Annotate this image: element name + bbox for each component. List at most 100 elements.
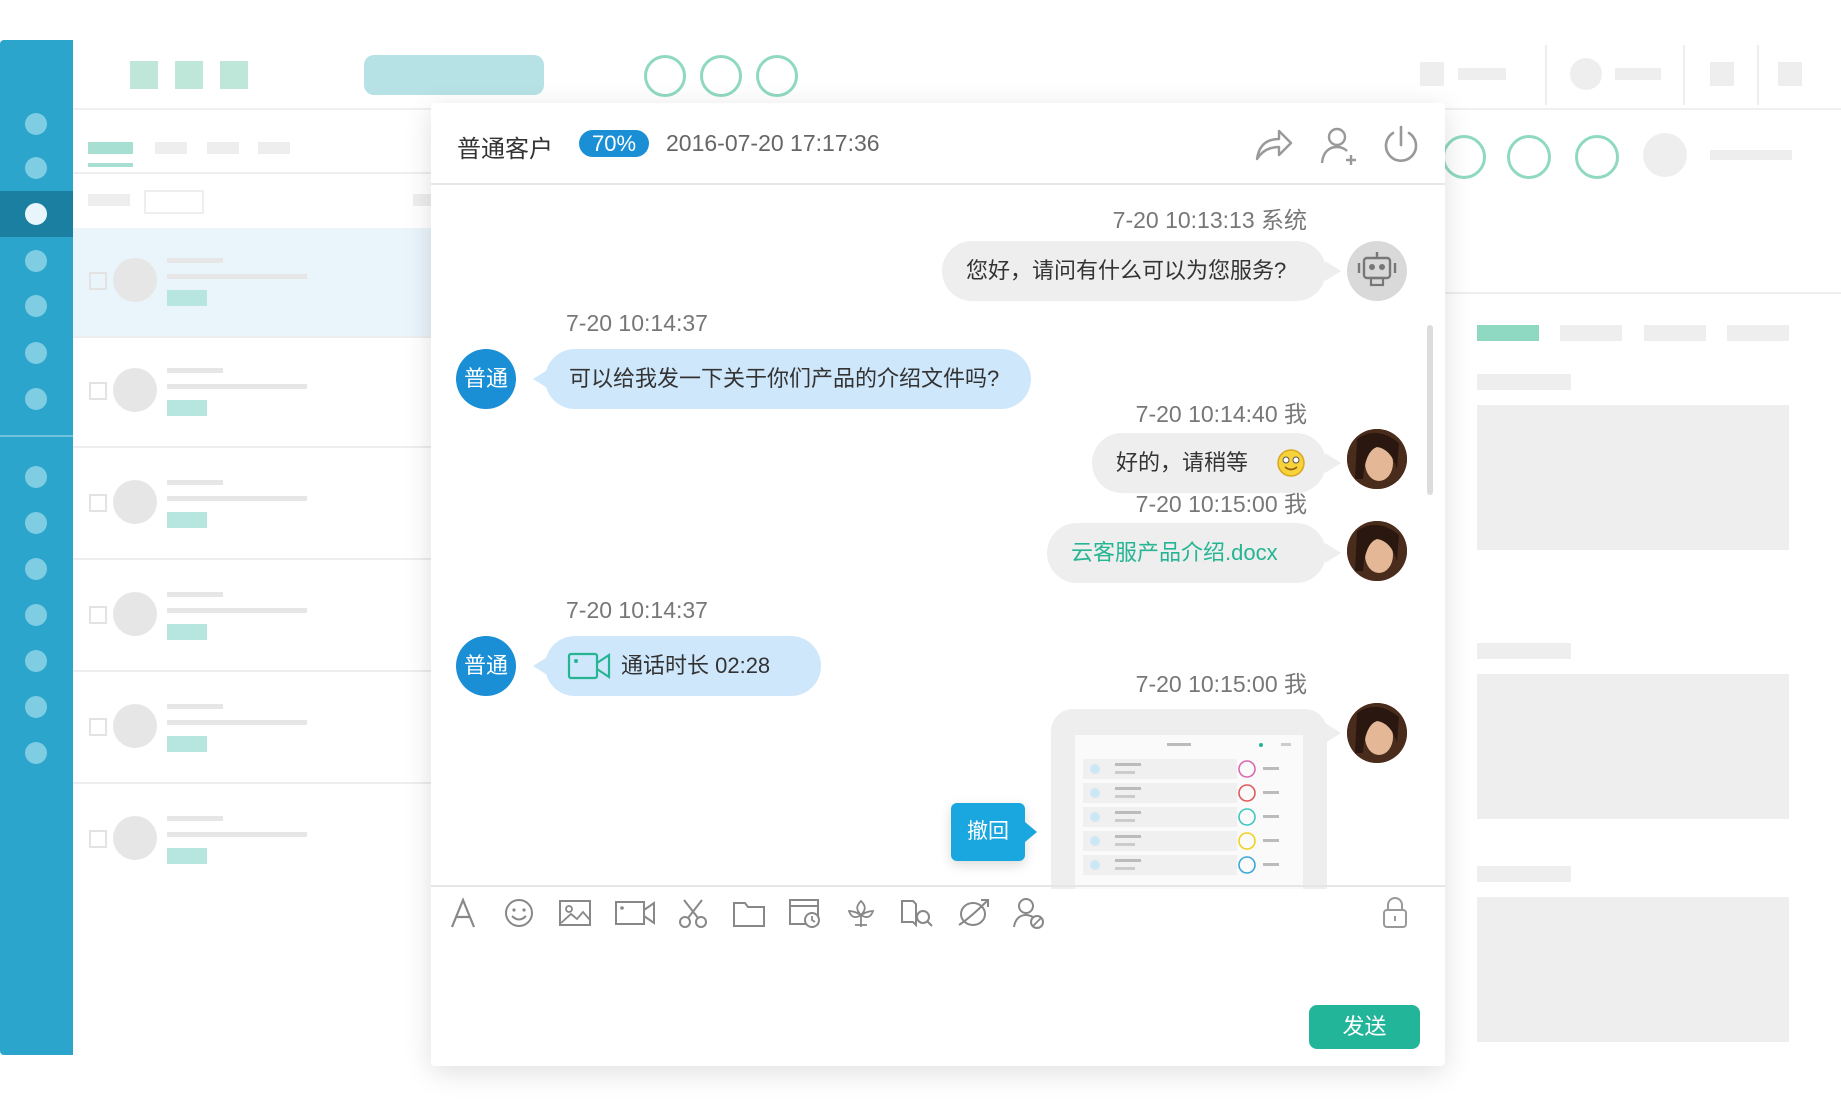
panel-tab-active[interactable]: [1477, 325, 1539, 341]
scrollbar[interactable]: [1427, 325, 1433, 495]
row-checkbox[interactable]: [89, 382, 107, 400]
image-message[interactable]: [1051, 709, 1327, 889]
search-knowledge-icon[interactable]: [899, 895, 935, 931]
row-line: [167, 480, 223, 485]
agent-avatar: [1347, 521, 1407, 581]
panel-placeholder: [1710, 150, 1792, 160]
top-divider: [1683, 45, 1685, 105]
nav-icon[interactable]: [25, 295, 47, 317]
nav-icon[interactable]: [25, 388, 47, 410]
panel-block: [1477, 405, 1789, 550]
row-checkbox[interactable]: [89, 830, 107, 848]
toolbar-square[interactable]: [175, 61, 203, 89]
call-record-bubble[interactable]: 通话时长 02:28: [545, 636, 821, 696]
image-thumbnail[interactable]: [1075, 735, 1303, 889]
panel-ring-icon[interactable]: [1442, 135, 1486, 179]
row-tag: [167, 624, 207, 640]
panel-avatar-placeholder: [1643, 133, 1687, 177]
panel-label: [1477, 643, 1571, 659]
row-tag: [167, 400, 207, 416]
message-time: 7-20 10:13:13 系统: [1112, 207, 1307, 233]
nav-icon[interactable]: [25, 742, 47, 764]
send-button[interactable]: 发送: [1309, 1005, 1420, 1049]
customer-name: 普通客户: [457, 136, 553, 163]
avatar: [113, 368, 157, 412]
row-checkbox[interactable]: [89, 494, 107, 512]
list-tab[interactable]: [207, 142, 239, 154]
panel-tab[interactable]: [1727, 325, 1789, 341]
add-user-icon[interactable]: [1317, 123, 1361, 167]
list-tab-active[interactable]: [88, 142, 133, 154]
nav-icon[interactable]: [25, 250, 47, 272]
panel-tab[interactable]: [1560, 325, 1622, 341]
nav-icon[interactable]: [25, 696, 47, 718]
nav-icon[interactable]: [25, 650, 47, 672]
panel-tab[interactable]: [1644, 325, 1706, 341]
list-item[interactable]: [73, 338, 433, 448]
nav-icon[interactable]: [25, 466, 47, 488]
lock-icon[interactable]: [1377, 895, 1413, 931]
list-item[interactable]: [73, 450, 433, 560]
top-ring-icon[interactable]: [644, 55, 686, 97]
message-input[interactable]: [451, 945, 1421, 995]
image-icon[interactable]: [557, 895, 593, 931]
user-settings-icon[interactable]: [1011, 895, 1047, 931]
smile-emoji-icon: [1277, 449, 1305, 477]
row-line: [167, 608, 307, 613]
chat-header: 普通客户 70% 2016-07-20 17:17:36: [431, 103, 1445, 185]
list-tab[interactable]: [155, 142, 187, 154]
toolbar-square[interactable]: [130, 61, 158, 89]
nav-icon[interactable]: [25, 558, 47, 580]
list-item[interactable]: [73, 562, 433, 672]
video-icon[interactable]: [613, 895, 657, 931]
top-ring-icon[interactable]: [756, 55, 798, 97]
nav-icon[interactable]: [25, 157, 47, 179]
row-checkbox[interactable]: [89, 272, 107, 290]
list-tab[interactable]: [258, 142, 290, 154]
share-icon[interactable]: [1251, 123, 1295, 167]
top-search-pill[interactable]: [364, 55, 544, 95]
toolbar-square[interactable]: [220, 61, 248, 89]
avatar: [113, 592, 157, 636]
list-item[interactable]: [73, 674, 433, 784]
power-icon[interactable]: [1379, 123, 1423, 167]
row-line: [167, 704, 223, 709]
list-item[interactable]: [73, 786, 433, 894]
agent-avatar: [1347, 703, 1407, 763]
sidebar-divider: [0, 435, 73, 437]
panel-ring-icon[interactable]: [1507, 135, 1551, 179]
list-item[interactable]: [73, 228, 433, 338]
flower-icon[interactable]: [843, 895, 879, 931]
nav-icon[interactable]: [25, 203, 47, 225]
emoji-icon[interactable]: [501, 895, 537, 931]
nav-icon[interactable]: [25, 342, 47, 364]
screenshot-icon[interactable]: [675, 895, 711, 931]
panel-label: [1477, 374, 1571, 390]
transfer-icon[interactable]: [955, 895, 991, 931]
nav-icon[interactable]: [25, 604, 47, 626]
file-link[interactable]: 云客服产品介绍.docx: [1047, 523, 1326, 583]
nav-icon[interactable]: [25, 113, 47, 135]
bubble-tail: [1325, 453, 1341, 473]
avatar: [113, 480, 157, 524]
app-sidebar: [0, 40, 73, 1055]
top-divider: [1757, 45, 1759, 105]
panel-block: [1477, 674, 1789, 819]
row-checkbox[interactable]: [89, 606, 107, 624]
folder-icon[interactable]: [731, 895, 767, 931]
history-icon[interactable]: [787, 895, 823, 931]
row-checkbox[interactable]: [89, 718, 107, 736]
recall-button[interactable]: 撤回: [951, 803, 1037, 861]
satisfaction-badge: 70%: [579, 130, 649, 157]
row-line: [167, 368, 223, 373]
message-bubble[interactable]: 您好，请问有什么可以为您服务?: [942, 241, 1326, 301]
top-ring-icon[interactable]: [700, 55, 742, 97]
message-bubble[interactable]: 好的，请稍等: [1092, 433, 1326, 493]
font-icon[interactable]: [445, 895, 481, 931]
filter-input[interactable]: [144, 190, 204, 214]
row-tag: [167, 290, 207, 306]
panel-ring-icon[interactable]: [1575, 135, 1619, 179]
message-bubble[interactable]: 可以给我发一下关于你们产品的介绍文件吗?: [545, 349, 1031, 409]
nav-item-active[interactable]: [0, 191, 73, 237]
nav-icon[interactable]: [25, 512, 47, 534]
